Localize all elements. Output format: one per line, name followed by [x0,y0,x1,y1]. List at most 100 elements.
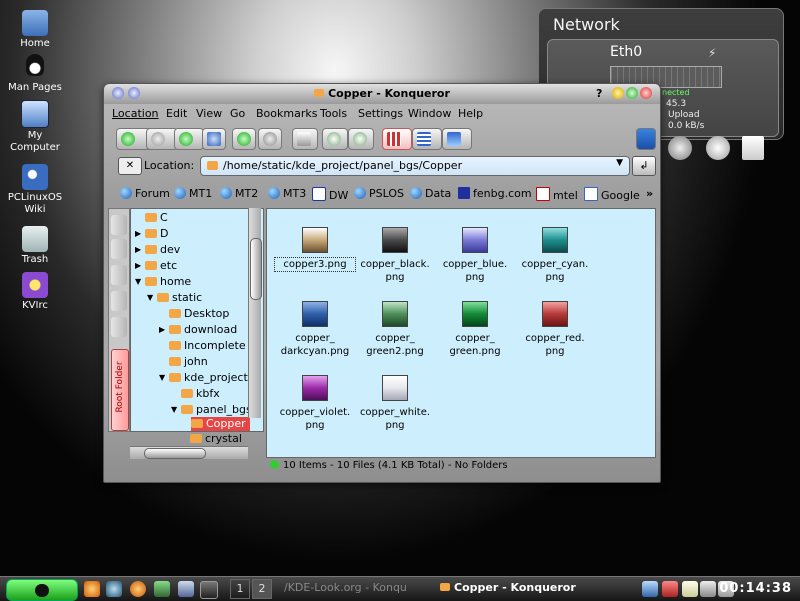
bookmarks-more-button[interactable]: » [646,187,653,200]
bookmark-data[interactable]: Data [410,187,451,200]
tree-node-panel-bgs[interactable]: ▼ panel_bgs [171,403,252,417]
close-button[interactable] [640,87,652,99]
menu-view[interactable]: View [196,107,222,120]
file-item[interactable]: copper_ green.png [435,301,515,358]
expand-icon[interactable]: ▶ [159,325,165,334]
desktop-icon-wiki[interactable]: PCLinuxOS Wiki [0,164,70,216]
menu-go[interactable]: Go [230,107,245,120]
preview-button[interactable] [442,128,472,150]
systray-network-icon[interactable] [700,581,716,597]
tree-horizontal-scrollbar[interactable] [130,446,248,459]
sidebar-tab-devices[interactable] [111,239,127,259]
help-icon[interactable]: ? [596,87,602,100]
sidebar-tab-history[interactable] [111,265,127,285]
menu-window[interactable]: Window [408,107,451,120]
bookmark-mtel[interactable]: mtel [536,187,578,202]
file-item[interactable]: copper_ darkcyan.png [275,301,355,358]
up-button[interactable] [174,128,204,150]
konqueror-icon[interactable] [84,581,100,597]
tree-vertical-scrollbar[interactable] [248,208,262,418]
file-item[interactable]: copper_red. png [515,301,595,358]
expand-icon[interactable]: ▶ [135,229,141,238]
bookmark-google[interactable]: Google [584,187,640,202]
tree-node-kde-project[interactable]: ▼ kde_project [159,371,248,385]
zoom-in-button[interactable] [322,128,348,150]
bookmark-mt3[interactable]: MT3 [268,187,306,200]
reload-button[interactable] [232,128,256,150]
alarm-clock-icon[interactable] [706,136,730,160]
chevron-down-icon[interactable]: ▼ [616,158,623,168]
desktop-icon-trash[interactable]: Trash [0,226,70,266]
icon-view-button[interactable] [382,128,412,150]
desktop-icon-kvirc[interactable]: KVIrc [0,272,70,312]
network-manager-icon[interactable] [106,581,122,597]
bookmark-fenbg[interactable]: fenbg.com [458,187,532,200]
minimize-button[interactable] [612,87,624,99]
collapse-icon[interactable]: ▼ [135,277,141,286]
kmenu-button[interactable] [6,579,78,601]
menu-settings[interactable]: Settings [358,107,403,120]
bookmark-pslos[interactable]: PSLOS [354,187,404,200]
expand-icon[interactable]: ▶ [135,261,141,270]
control-center-icon[interactable] [178,581,194,597]
go-button[interactable]: ↲ [632,156,656,176]
file-item[interactable]: copper_cyan. png [515,227,595,284]
expand-icon[interactable]: ▶ [135,245,141,254]
clear-location-icon[interactable]: ✕ [118,157,142,175]
file-item[interactable]: copper_black. png [355,227,435,284]
file-item[interactable]: copper_white. png [355,375,435,432]
tree-node-d[interactable]: ▶ D [135,227,168,241]
firefox-icon[interactable] [130,581,146,597]
terminal-icon[interactable] [200,581,218,599]
desktop-pager-1[interactable]: 1 [230,579,250,599]
desktop-icon-man-pages[interactable]: Man Pages [0,54,70,94]
zoom-out-button[interactable] [348,128,374,150]
systray-kmix-icon[interactable] [642,581,658,597]
collapse-icon[interactable]: ▼ [159,373,165,382]
tree-node-incomplete[interactable]: Incomplete [169,339,246,353]
maximize-button[interactable] [626,87,638,99]
scrollbar-thumb[interactable] [144,448,206,459]
bookmark-mt2[interactable]: MT2 [220,187,258,200]
scrollbar-thumb[interactable] [250,238,262,300]
menu-bookmarks[interactable]: Bookmarks [256,107,317,120]
menu-tools[interactable]: Tools [320,107,347,120]
desktop-icon-my-computer[interactable]: My Computer [0,100,70,154]
file-item[interactable]: copper_violet. png [275,375,355,432]
systray-klipper-icon[interactable] [682,581,698,597]
tree-node-dev[interactable]: ▶ dev [135,243,180,257]
collapse-icon[interactable]: ▼ [171,405,177,414]
file-item[interactable]: copper_blue. png [435,227,515,284]
file-item[interactable]: copper_ green2.png [355,301,435,358]
desktop-icon-home[interactable]: Home [0,10,70,50]
tree-node-kbfx[interactable]: kbfx [181,387,220,401]
tree-node-c[interactable]: C [145,211,168,225]
tree-node-john[interactable]: john [169,355,208,369]
package-manager-icon[interactable] [154,581,170,597]
stop-button[interactable] [258,128,282,150]
taskbar-item-copper[interactable]: Copper - Konqueror [440,581,576,594]
home-button[interactable] [202,128,226,150]
sidebar-tab-network[interactable] [111,317,127,337]
sidebar-tab-bookmarks[interactable] [111,215,127,235]
tree-node-crystal[interactable]: crystal [190,432,242,446]
bookmark-mt1[interactable]: MT1 [174,187,212,200]
tree-node-download[interactable]: ▶ download [159,323,237,337]
window-titlebar[interactable]: Copper - Konqueror ? [104,84,660,104]
desktop-pager-2[interactable]: 2 [252,579,272,599]
panel-clock[interactable]: 00:14:38 [719,581,792,596]
notes-icon[interactable] [742,136,764,160]
tree-node-etc[interactable]: ▶ etc [135,259,177,273]
sidebar-tab-root-folder[interactable]: Root Folder [111,349,129,431]
tree-node-home[interactable]: ▼ home [135,275,191,289]
menu-help[interactable]: Help [458,107,483,120]
clear-location-button[interactable] [292,128,318,150]
taskbar-item-kde-look[interactable]: /KDE-Look.org - Konqu [284,581,407,594]
collapse-icon[interactable]: ▼ [147,293,153,302]
systray-keyboard-icon[interactable] [662,581,678,597]
location-input[interactable]: /home/static/kde_project/panel_bgs/Coppe… [200,156,630,176]
tree-node-desktop[interactable]: Desktop [169,307,229,321]
bookmark-dw[interactable]: DW [312,187,348,202]
file-item[interactable]: copper3.png [274,227,356,272]
world-clock-icon[interactable] [668,136,692,160]
